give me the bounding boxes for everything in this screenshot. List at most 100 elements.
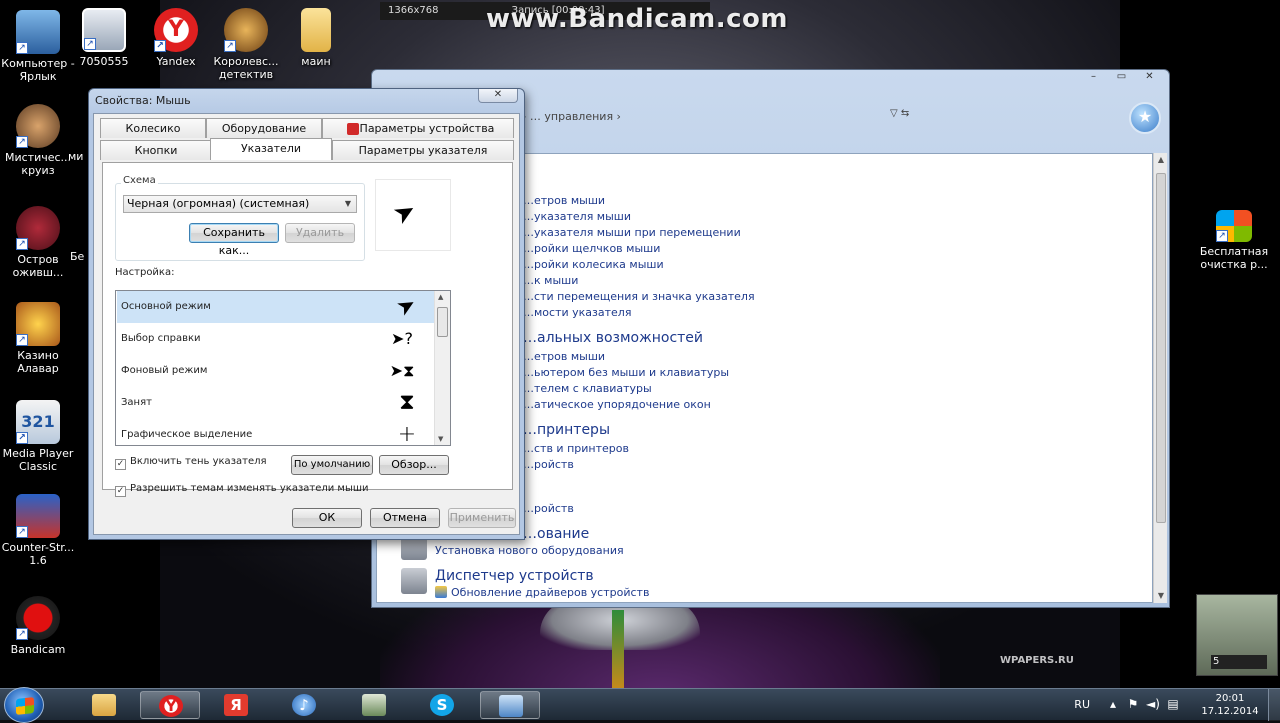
cp-link[interactable]: Обновление драйверов устройств	[451, 586, 649, 599]
list-scrollbar[interactable]: ▲ ▼	[434, 291, 450, 445]
flag-icon[interactable]: ⚑	[1126, 697, 1140, 711]
windows-logo-icon	[16, 697, 34, 715]
browse-button[interactable]: Обзор...	[379, 455, 449, 475]
arrow-cursor-preview-icon: ➤	[387, 194, 422, 232]
taskbar-skype[interactable]: S	[412, 691, 472, 719]
cp-link[interactable]: …ств и принтеров	[523, 442, 629, 455]
dialog-close-button[interactable]: ✕	[478, 89, 518, 103]
desktop-icon-label: Yandex	[156, 55, 196, 68]
minimize-button[interactable]: –	[1080, 70, 1107, 84]
list-item[interactable]: Занят ⧗	[117, 387, 435, 419]
mouse-properties-dialog[interactable]: Свойства: Мышь ✕ Колесико Оборудование П…	[88, 88, 525, 540]
desktop-icon-mystic-cruise[interactable]: ↗ Мистичес... круиз	[0, 104, 76, 177]
shadow-checkbox[interactable]: ✓ Включить тень указателя	[115, 455, 267, 470]
cp-link[interactable]: …ройств	[523, 502, 574, 515]
desktop-icon-label: Counter-Str... 1.6	[1, 541, 75, 567]
folder-icon	[301, 8, 331, 52]
volume-icon[interactable]: ◄)	[1146, 697, 1160, 711]
desktop-icon-computer[interactable]: ↗ Компьютер - Ярлык	[0, 10, 76, 83]
checkbox-checked-icon: ✓	[115, 486, 126, 497]
printers-heading[interactable]: …принтеры	[523, 422, 610, 438]
cp-link[interactable]: …етров мыши	[523, 350, 605, 363]
cancel-button[interactable]: Отмена	[370, 508, 440, 528]
show-hidden-icons[interactable]: ▴	[1106, 697, 1120, 711]
desktop-gadget[interactable]: 5	[1196, 594, 1278, 676]
help-icon[interactable]: ★	[1129, 102, 1161, 134]
list-item[interactable]: Фоновый режим ➤⧗	[117, 355, 435, 387]
taskbar-sound[interactable]: ♪	[274, 691, 334, 719]
cp-link[interactable]: Установка нового оборудования	[435, 544, 624, 557]
hardware-heading[interactable]: …ование	[523, 526, 589, 542]
list-item[interactable]: Графическое выделение +	[117, 419, 435, 446]
maximize-button[interactable]: ▭	[1108, 70, 1135, 84]
scroll-down-icon[interactable]: ▼	[438, 435, 443, 443]
tab-pointer-options[interactable]: Параметры указателя	[332, 140, 514, 160]
tab-wheel[interactable]: Колесико	[100, 118, 206, 138]
scroll-down-icon[interactable]: ▼	[1154, 589, 1168, 603]
tab-device-settings[interactable]: Параметры устройства	[322, 118, 514, 138]
desktop-icon-yandex[interactable]: Y ↗ Yandex	[138, 8, 214, 68]
scroll-up-icon[interactable]: ▲	[438, 293, 443, 301]
cursor-row-label: Занят	[121, 397, 152, 408]
list-scroll-thumb[interactable]	[437, 307, 448, 337]
cp-link[interactable]: …указателя мыши	[523, 210, 631, 223]
desktop-icon-counter-strike[interactable]: ↗ Counter-Str... 1.6	[0, 494, 76, 567]
desktop-icon-bandicam[interactable]: ↗ Bandicam	[0, 596, 76, 656]
cp-link[interactable]: …ьютером без мыши и клавиатуры	[523, 366, 729, 379]
taskbar-control-panel[interactable]	[480, 691, 540, 719]
scheme-select[interactable]: Черная (огромная) (системная) ▼	[123, 195, 357, 213]
cp-link[interactable]: …ройств	[523, 458, 574, 471]
apply-button[interactable]: Применить	[448, 508, 516, 528]
delete-button[interactable]: Удалить	[285, 223, 355, 243]
cp-link[interactable]: …атическое упорядочение окон	[523, 398, 711, 411]
desktop-icon-partial[interactable]: Бе	[70, 250, 90, 263]
desktop-icon-royal-detective[interactable]: ↗ Королевс... детектив	[208, 8, 284, 81]
tab-pointers[interactable]: Указатели	[210, 138, 332, 160]
dialog-body: Колесико Оборудование Параметры устройст…	[93, 113, 520, 535]
default-button[interactable]: По умолчанию	[291, 455, 373, 475]
desktop-icon-7050555[interactable]: ↗ 7050555	[66, 8, 142, 68]
cp-link[interactable]: …ройки колесика мыши	[523, 258, 664, 271]
show-desktop-button[interactable]	[1268, 689, 1280, 721]
list-item[interactable]: Основной режим ➤	[117, 291, 435, 323]
cp-link[interactable]: …сти перемещения и значка указателя	[523, 290, 755, 303]
network-icon[interactable]: ▤	[1166, 697, 1180, 711]
desktop-icon-media-player[interactable]: 321 ↗ Media Player Classic	[0, 400, 76, 473]
language-indicator[interactable]: RU	[1074, 698, 1090, 711]
cp-link[interactable]: …ройки щелчков мыши	[523, 242, 660, 255]
list-item[interactable]: Выбор справки ➤?	[117, 323, 435, 355]
scroll-thumb[interactable]	[1156, 173, 1166, 523]
vertical-scrollbar[interactable]: ▲ ▼	[1153, 153, 1167, 603]
chevron-down-icon: ▼	[344, 199, 352, 208]
ok-button[interactable]: ОК	[292, 508, 362, 528]
device-manager-icon	[401, 568, 427, 594]
device-manager-heading[interactable]: Диспетчер устройств	[435, 568, 594, 584]
taskbar-yandex[interactable]: Y	[140, 691, 200, 719]
taskbar-tablet[interactable]	[344, 691, 404, 719]
save-as-button[interactable]: Сохранить как...	[189, 223, 279, 257]
taskbar-explorer[interactable]	[74, 691, 134, 719]
desktop-icon-main-folder[interactable]: маин	[278, 8, 354, 68]
clock[interactable]: 20:01 17.12.2014	[1200, 692, 1260, 718]
cp-link[interactable]: …к мыши	[523, 274, 578, 287]
game-icon: ↗	[16, 104, 60, 148]
cp-link[interactable]: …мости указателя	[523, 306, 631, 319]
cp-link[interactable]: …телем с клавиатуры	[523, 382, 652, 395]
accessibility-heading[interactable]: …альных возможностей	[523, 330, 703, 346]
taskbar-yandex-browser[interactable]: Я	[206, 691, 266, 719]
desktop-icon-label: Media Player Classic	[2, 447, 74, 473]
close-button[interactable]: ✕	[1136, 70, 1163, 84]
desktop-icon-casino[interactable]: ↗ Казино Алавар	[0, 302, 76, 375]
themes-checkbox[interactable]: ✓ Разрешить темам изменять указатели мыши	[115, 482, 369, 497]
scroll-up-icon[interactable]: ▲	[1154, 153, 1168, 167]
start-button[interactable]	[4, 687, 44, 723]
desktop-icon-partial[interactable]: ми	[68, 150, 88, 163]
tab-hardware[interactable]: Оборудование	[206, 118, 322, 138]
tab-buttons[interactable]: Кнопки	[100, 140, 212, 160]
cp-link[interactable]: …етров мыши	[523, 194, 605, 207]
address-dropdown-icon[interactable]: ▽ ⇆	[890, 108, 909, 119]
desktop-icon-free-cleaner[interactable]: ↗ Бесплатная очистка р...	[1196, 210, 1272, 271]
cp-link[interactable]: …указателя мыши при перемещении	[523, 226, 741, 239]
desktop-icon-island[interactable]: ↗ Остров оживш...	[0, 206, 76, 279]
cursor-list[interactable]: Основной режим ➤ Выбор справки ➤? Фоновы…	[115, 290, 451, 446]
